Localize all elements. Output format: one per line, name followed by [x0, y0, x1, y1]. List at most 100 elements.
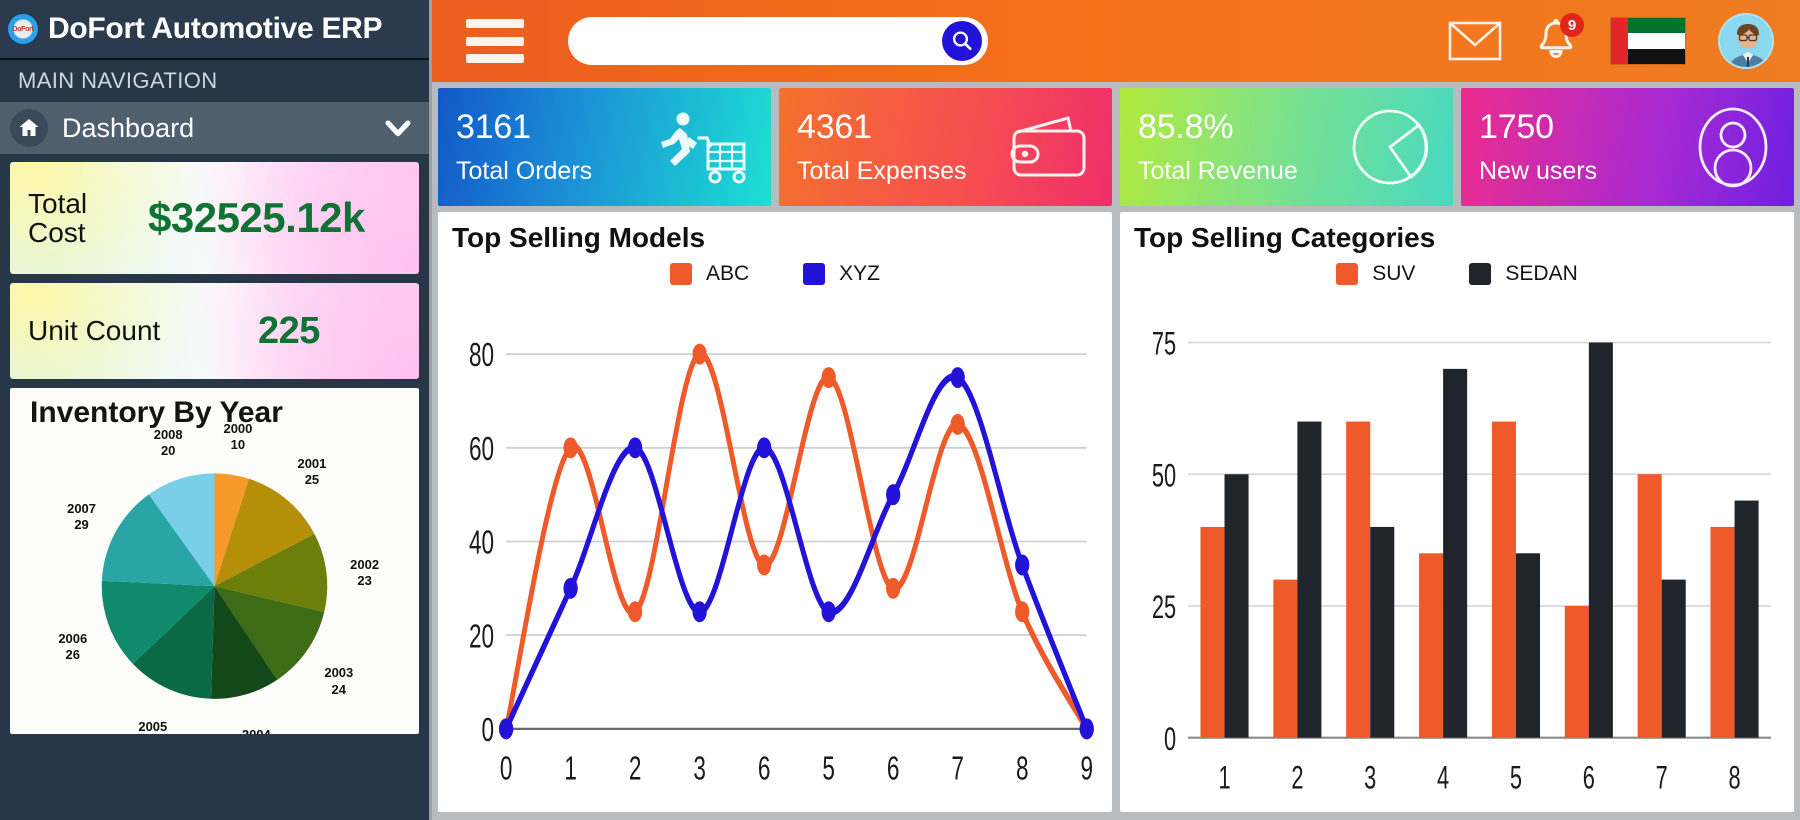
topbar-actions: 9 [1448, 13, 1780, 69]
x-tick-7: 7 [951, 749, 964, 786]
top-bar: 9 [432, 0, 1800, 82]
line-point-ABC-1[interactable] [563, 437, 578, 459]
line-point-XYZ-6[interactable] [886, 484, 901, 506]
line-series-XYZ[interactable] [503, 373, 1090, 733]
bar-SEDAN-2[interactable] [1297, 421, 1322, 738]
bar-chart-title: Top Selling Categories [1134, 222, 1436, 253]
uae-flag-icon[interactable] [1610, 17, 1686, 65]
x-tick-1: 1 [1218, 759, 1230, 795]
y-tick-0: 0 [1164, 721, 1176, 757]
search-container [568, 17, 988, 65]
kpi-card-total-revenue[interactable]: 85.8% Total Revenue [1120, 88, 1453, 206]
kpi-card-new-users[interactable]: 1750 New users [1461, 88, 1794, 206]
legend-label-xyz: XYZ [839, 262, 881, 285]
pie-label-2004: 200420 [242, 727, 271, 734]
x-tick-5: 5 [1510, 759, 1522, 795]
pie-label-2006: 2006 26 [58, 630, 88, 662]
x-tick-4: 6 [758, 749, 771, 786]
line-point-ABC-2[interactable] [627, 601, 643, 623]
bar-SEDAN-3[interactable] [1370, 526, 1395, 738]
line-point-ABC-6[interactable] [886, 577, 901, 599]
legend-item-abc[interactable]: ABC [669, 262, 750, 286]
line-point-XYZ-1[interactable] [563, 577, 578, 599]
line-point-XYZ-3[interactable] [692, 601, 707, 623]
search-input[interactable] [568, 17, 988, 65]
pie-label-2008: 2008 20 [153, 426, 183, 458]
brand-header: DoFort DoFort Automotive ERP [0, 0, 429, 60]
y-tick-60: 60 [469, 430, 494, 467]
bar-SUV-2[interactable] [1273, 579, 1298, 738]
line-point-XYZ-5[interactable] [821, 601, 836, 623]
notification-badge: 9 [1560, 13, 1584, 37]
sidebar: DoFort DoFort Automotive ERP MAIN NAVIGA… [0, 0, 432, 820]
unit-count-value: 225 [258, 309, 320, 352]
bar-chart-legend: SUV SEDAN [1134, 256, 1780, 288]
sidebar-item-dashboard[interactable]: Dashboard [0, 102, 429, 154]
x-tick-7: 7 [1656, 759, 1668, 795]
bar-SUV-1[interactable] [1200, 526, 1225, 738]
chevron-down-icon[interactable] [381, 111, 415, 145]
user-avatar-icon[interactable] [1718, 13, 1774, 69]
search-button[interactable] [942, 21, 982, 61]
bar-SEDAN-6[interactable] [1588, 342, 1613, 738]
notifications[interactable]: 9 [1534, 13, 1584, 65]
kpi-cards-row: 3161 Total Orders 4361 Total Expenses 85… [432, 82, 1800, 206]
sidebar-stat-cards: Total Cost $32525.12k Unit Count 225 [0, 154, 429, 379]
inventory-pie-chart: 200010 200125 200223 200324 200420 200525 2006… [16, 421, 413, 734]
line-point-ABC-7[interactable] [950, 413, 965, 435]
inventory-by-year-card: Inventory By Year 2000 10 2001 25 2002 23 2003… [10, 388, 419, 734]
pie-label-2001: 2001 25 [297, 455, 327, 487]
bar-SUV-5[interactable] [1491, 421, 1516, 738]
nav-section-header: MAIN NAVIGATION [0, 60, 429, 102]
line-point-ABC-5[interactable] [821, 367, 836, 389]
bar-SEDAN-5[interactable] [1515, 553, 1541, 738]
y-tick-40: 40 [469, 523, 494, 560]
x-tick-4: 4 [1437, 759, 1449, 795]
y-tick-50: 50 [1152, 457, 1176, 493]
dashboard-app: DoFort DoFort Automotive ERP MAIN NAVIGA… [0, 0, 1800, 820]
line-point-XYZ-7[interactable] [950, 367, 965, 389]
legend-label-suv: SUV [1372, 262, 1416, 285]
hamburger-menu-icon[interactable] [466, 19, 524, 63]
kpi-card-total-orders[interactable]: 3161 Total Orders [438, 88, 771, 206]
bar-SUV-7[interactable] [1637, 474, 1662, 738]
legend-item-xyz[interactable]: XYZ [803, 262, 880, 286]
legend-item-suv[interactable]: SUV [1336, 262, 1415, 286]
line-point-ABC-3[interactable] [692, 343, 707, 365]
kpi-card-total-expenses[interactable]: 4361 Total Expenses [779, 88, 1112, 206]
line-chart-plot: 0 20 40 60 80 0 1 2 3 6 5 6 7 8 9 [452, 288, 1098, 806]
bar-SEDAN-4[interactable] [1443, 368, 1468, 738]
bar-SEDAN-1[interactable] [1224, 474, 1249, 738]
bar-SUV-3[interactable] [1346, 421, 1371, 738]
x-tick-1: 1 [564, 749, 577, 786]
line-point-XYZ-2[interactable] [627, 437, 643, 459]
line-point-XYZ-0[interactable] [498, 718, 514, 740]
pie-label-2003: 2003 24 [324, 665, 354, 697]
legend-swatch-suv [1336, 263, 1359, 285]
legend-item-sedan[interactable]: SEDAN [1469, 262, 1578, 286]
bar-SUV-6[interactable] [1564, 605, 1589, 738]
pie-label-2007: 2007 29 [67, 500, 97, 533]
inventory-pie-title: Inventory By Year [30, 396, 283, 429]
shopping-cart-icon [661, 112, 746, 184]
mail-envelope-icon[interactable] [1448, 21, 1502, 61]
bar-SEDAN-7[interactable] [1661, 579, 1686, 738]
x-tick-2: 2 [1291, 759, 1303, 795]
bar-SUV-8[interactable] [1710, 526, 1735, 738]
line-point-XYZ-4[interactable] [757, 437, 772, 459]
x-tick-0: 0 [500, 749, 513, 786]
bar-SUV-4[interactable] [1419, 553, 1444, 738]
legend-swatch-xyz [803, 263, 826, 285]
y-tick-75: 75 [1152, 325, 1176, 361]
top-selling-categories-panel: Top Selling Categories SUV SEDAN 0 25 50 75… [1120, 212, 1794, 812]
line-point-ABC-8[interactable] [1015, 601, 1030, 623]
legend-label-abc: ABC [705, 262, 750, 285]
x-tick-8: 8 [1728, 759, 1740, 795]
bar-SEDAN-8[interactable] [1734, 500, 1759, 738]
sidebar-item-label: Dashboard [62, 112, 195, 143]
x-tick-6: 6 [887, 749, 900, 786]
total-cost-value: $32525.12k [148, 194, 365, 241]
line-point-XYZ-8[interactable] [1015, 554, 1030, 576]
line-point-ABC-4[interactable] [757, 554, 772, 576]
line-point-XYZ-9[interactable] [1079, 718, 1094, 740]
